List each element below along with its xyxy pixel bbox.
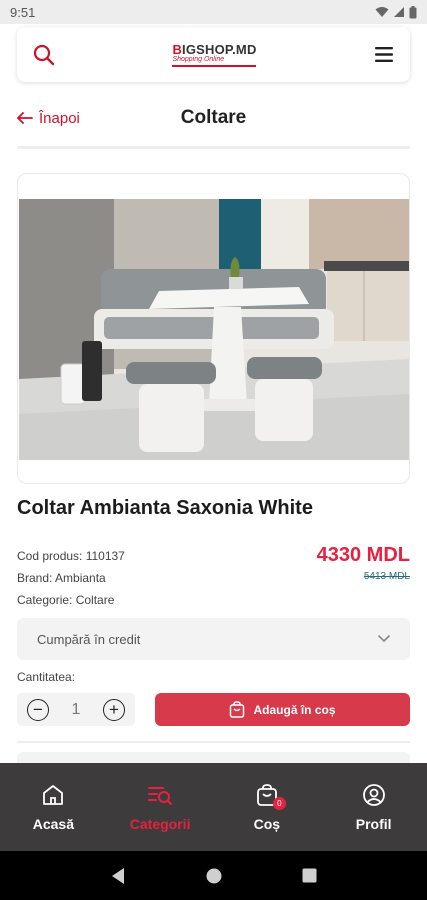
product-code: Cod produs: 110137: [17, 549, 125, 563]
nav-label-categories: Categorii: [129, 816, 191, 832]
credit-dropdown-label: Cumpără în credit: [37, 631, 141, 647]
product-title: Coltar Ambianta Saxonia White: [17, 497, 313, 519]
quantity-value[interactable]: 1: [72, 701, 81, 719]
home-circle-icon[interactable]: [206, 868, 222, 884]
menu-icon[interactable]: [374, 46, 394, 63]
system-nav-bar: [0, 851, 427, 900]
cart-count-badge: 0: [272, 797, 286, 810]
quantity-label: Cantitatea:: [17, 670, 76, 684]
product-brand: Brand: Ambianta: [17, 571, 106, 585]
bag-icon: [230, 701, 245, 718]
add-to-cart-button[interactable]: Adaugă în coș: [155, 693, 410, 726]
nav-item-home[interactable]: Acasă: [0, 763, 107, 851]
page-bar: Înapoi Coltare: [17, 100, 410, 136]
logo-tagline: Shopping Online: [172, 55, 225, 63]
nav-item-categories[interactable]: Categorii: [107, 763, 214, 851]
product-image[interactable]: [19, 199, 410, 460]
logo-prefix: B: [172, 41, 183, 57]
product-meta: Cod produs: 110137 Brand: Ambianta Categ…: [17, 545, 125, 611]
nav-item-profile[interactable]: Profil: [320, 763, 427, 851]
home-icon: [40, 782, 66, 808]
section-divider: [17, 741, 410, 743]
minus-icon[interactable]: −: [27, 698, 49, 721]
credit-dropdown[interactable]: Cumpără în credit: [17, 618, 410, 660]
old-price: 5413 MDL: [363, 571, 410, 582]
nav-item-cart[interactable]: 0 Coș: [214, 763, 321, 851]
product-image-card: [17, 173, 410, 484]
product-category: Categorie: Coltare: [17, 593, 115, 607]
cart-icon: 0: [254, 782, 286, 810]
battery-icon: [409, 5, 417, 18]
status-icons: [375, 5, 417, 19]
back-label: Înapoi: [39, 109, 80, 127]
search-icon[interactable]: [33, 44, 55, 66]
bottom-nav: Acasă Categorii 0 Coș Profil: [0, 763, 427, 851]
profile-icon: [361, 782, 387, 808]
status-time: 9:51: [10, 4, 36, 20]
categories-search-icon: [147, 782, 173, 808]
nav-label-profile: Profil: [355, 816, 392, 832]
signal-icon: [394, 7, 404, 17]
quantity-stepper: − 1 +: [17, 693, 135, 726]
price-block: 4330 MDL 5413 MDL: [317, 544, 410, 582]
nav-label-cart: Coș: [253, 816, 281, 832]
recents-square-icon[interactable]: [302, 868, 317, 883]
wifi-icon: [375, 7, 389, 17]
arrow-left-icon: [17, 112, 33, 124]
nav-label-home: Acasă: [32, 816, 74, 832]
plus-icon[interactable]: +: [103, 698, 125, 721]
add-to-cart-label: Adaugă în coș: [253, 702, 336, 717]
back-button[interactable]: Înapoi: [17, 110, 80, 127]
logo-underline: [172, 64, 257, 67]
site-logo[interactable]: BIGSHOP.MD Shopping Online: [172, 41, 257, 67]
current-price: 4330 MDL: [316, 544, 410, 566]
app-header: BIGSHOP.MD Shopping Online: [17, 27, 410, 82]
chevron-down-icon: [378, 635, 390, 642]
header-divider: [17, 146, 410, 149]
logo-text: IGSHOP.MD: [182, 41, 257, 57]
back-triangle-icon[interactable]: [110, 867, 126, 885]
status-bar: 9:51: [0, 0, 427, 24]
